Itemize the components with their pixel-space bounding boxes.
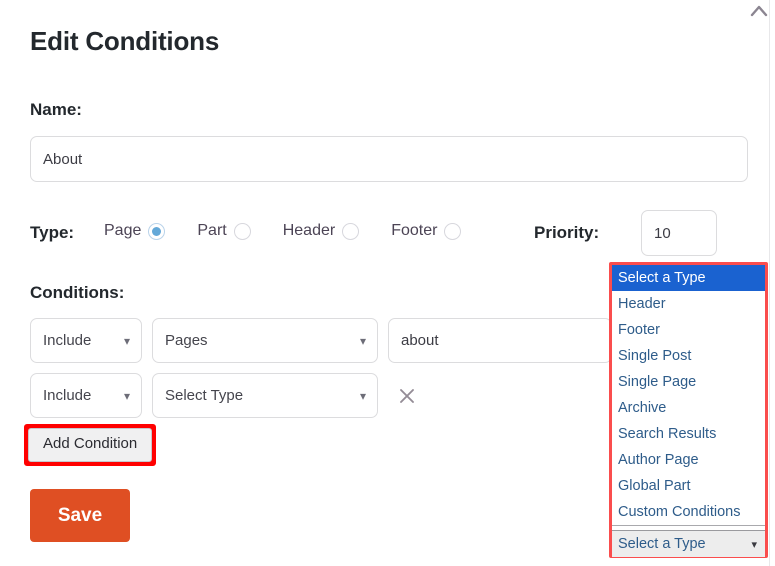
radio-label-page: Page [104,222,142,239]
dropdown-option-archive[interactable]: Archive [612,395,765,421]
chevron-down-icon: ▾ [751,538,757,551]
conditions-label: Conditions: [30,283,125,302]
name-label: Name: [30,100,82,119]
radio-dot-page[interactable] [148,222,166,240]
chevron-up-icon[interactable] [748,2,770,18]
radio-dot-part[interactable] [233,222,251,240]
condition-mode-value-2: Include [43,387,92,404]
condition-row: Include ▾ Select Type ▾ [30,373,418,418]
radio-option-page[interactable]: Page [104,222,166,240]
page-title: Edit Conditions [30,26,220,56]
condition-mode-select-2[interactable]: Include ▾ [30,373,142,418]
chevron-down-icon: ▾ [123,333,130,348]
edit-conditions-panel: Edit Conditions Name: Type: Page Part He… [0,0,775,566]
name-input[interactable] [30,136,748,182]
dropdown-option-custom-conditions[interactable]: Custom Conditions [612,499,765,525]
priority-input[interactable] [641,210,717,256]
type-label: Type: [30,223,75,242]
type-dropdown-closed-select[interactable]: Select a Type ▾ [612,531,765,557]
priority-label: Priority: [534,223,600,242]
dropdown-option-global-part[interactable]: Global Part [612,473,765,499]
save-button[interactable]: Save [30,489,130,542]
radio-label-header: Header [282,222,336,239]
dropdown-option-search-results[interactable]: Search Results [612,421,765,447]
chevron-down-icon: ▾ [123,388,130,403]
condition-source-value-1: Pages [165,332,208,349]
dropdown-option-footer[interactable]: Footer [612,317,765,343]
radio-option-header[interactable]: Header [282,222,360,240]
condition-source-value-2: Select Type [165,387,244,404]
panel-right-divider [769,0,770,566]
chevron-down-icon: ▾ [359,333,366,348]
add-condition-highlight: Add Condition [24,424,157,466]
chevron-down-icon: ▾ [359,388,366,403]
add-condition-button[interactable]: Add Condition [28,428,153,462]
radio-dot-footer[interactable] [444,222,462,240]
type-radio-group: Page Part Header Footer [104,222,493,240]
dropdown-option-header[interactable]: Header [612,291,765,317]
radio-option-part[interactable]: Part [197,222,251,240]
condition-row: Include ▾ Pages ▾ [30,318,612,363]
condition-source-select-1[interactable]: Pages ▾ [152,318,378,363]
dropdown-option-author-page[interactable]: Author Page [612,447,765,473]
condition-mode-value-1: Include [43,332,92,349]
radio-option-footer[interactable]: Footer [391,222,462,240]
condition-source-select-2[interactable]: Select Type ▾ [152,373,378,418]
condition-value-input-1[interactable] [388,318,612,363]
close-x-icon[interactable] [396,385,418,407]
dropdown-option-single-page[interactable]: Single Page [612,369,765,395]
type-dropdown-list[interactable]: Select a Type Header Footer Single Post … [612,265,765,526]
type-dropdown-selected-value: Select a Type [618,536,706,552]
radio-label-footer: Footer [391,222,438,239]
condition-mode-select-1[interactable]: Include ▾ [30,318,142,363]
dropdown-option-select-a-type[interactable]: Select a Type [612,265,765,291]
dropdown-option-single-post[interactable]: Single Post [612,343,765,369]
radio-dot-header[interactable] [342,222,360,240]
radio-label-part: Part [197,222,227,239]
